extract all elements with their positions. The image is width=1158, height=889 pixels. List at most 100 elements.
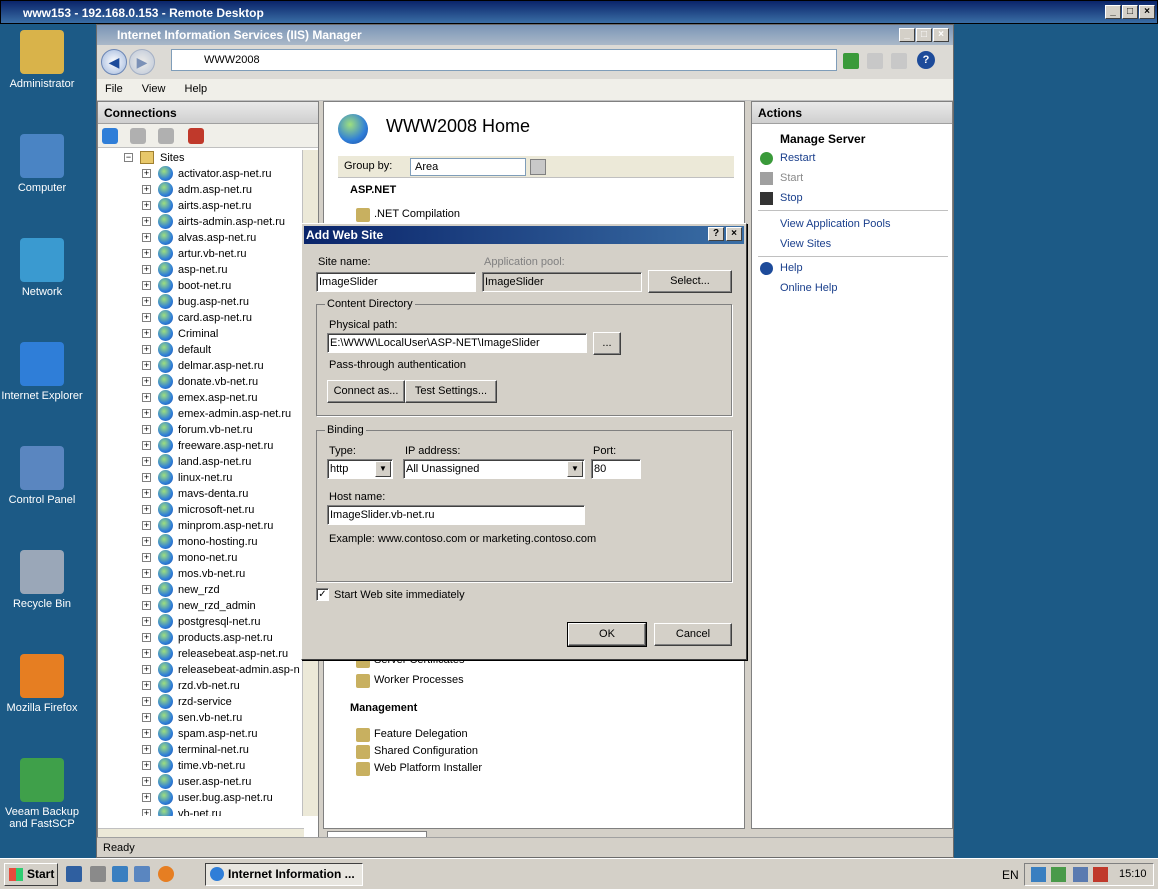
desktop-icon[interactable]: Internet Explorer bbox=[0, 342, 84, 402]
expand-icon[interactable]: + bbox=[142, 313, 151, 322]
help-icon[interactable]: ? bbox=[917, 51, 935, 69]
tree-node-site[interactable]: + releasebeat.asp-net.ru bbox=[98, 646, 304, 662]
host-name-input[interactable]: ImageSlider.vb-net.ru bbox=[327, 505, 585, 525]
tree-node-site[interactable]: + airts.asp-net.ru bbox=[98, 198, 304, 214]
close-button[interactable]: × bbox=[1139, 5, 1155, 19]
tree-node-site[interactable]: + asp-net.ru bbox=[98, 262, 304, 278]
tree-node-site[interactable]: + mos.vb-net.ru bbox=[98, 566, 304, 582]
feature-worker-processes[interactable]: Worker Processes bbox=[356, 674, 464, 688]
tray-icon[interactable] bbox=[1051, 867, 1066, 882]
tray-icon[interactable] bbox=[1073, 867, 1088, 882]
desktop-icon[interactable]: Computer bbox=[0, 134, 84, 194]
expand-icon[interactable]: + bbox=[142, 697, 151, 706]
desktop-icon[interactable]: Administrator bbox=[0, 30, 84, 90]
feature-delegation[interactable]: Feature Delegation bbox=[356, 728, 468, 742]
desktop-icon[interactable]: Mozilla Firefox bbox=[0, 654, 84, 714]
group-by-select[interactable]: Area bbox=[410, 158, 526, 176]
tree-node-site[interactable]: + sen.vb-net.ru bbox=[98, 710, 304, 726]
expand-icon[interactable]: + bbox=[142, 521, 151, 530]
firefox-icon[interactable] bbox=[158, 866, 174, 882]
expand-icon[interactable]: + bbox=[142, 809, 151, 816]
expand-icon[interactable]: + bbox=[142, 377, 151, 386]
expand-icon[interactable]: + bbox=[142, 473, 151, 482]
expand-icon[interactable]: + bbox=[142, 393, 151, 402]
action-stop[interactable]: Stop bbox=[760, 192, 803, 205]
tree-node-site[interactable]: + new_rzd_admin bbox=[98, 598, 304, 614]
tree-node-site[interactable]: + mono-net.ru bbox=[98, 550, 304, 566]
ok-button[interactable]: OK bbox=[567, 622, 647, 647]
expand-icon[interactable]: + bbox=[142, 665, 151, 674]
tree-node-site[interactable]: + releasebeat-admin.asp-n bbox=[98, 662, 304, 678]
expand-icon[interactable]: + bbox=[142, 601, 151, 610]
tree-node-site[interactable]: + adm.asp-net.ru bbox=[98, 182, 304, 198]
minimize-button[interactable]: _ bbox=[1105, 5, 1121, 19]
expand-icon[interactable]: + bbox=[142, 233, 151, 242]
dialog-close-button[interactable]: × bbox=[726, 227, 742, 241]
iis-title-bar[interactable]: Internet Information Services (IIS) Mana… bbox=[97, 25, 953, 45]
connect-as-button[interactable]: Connect as... bbox=[327, 380, 405, 403]
expand-icon[interactable]: + bbox=[142, 761, 151, 770]
desktop-icon[interactable]: Control Panel bbox=[0, 446, 84, 506]
dialog-title-bar[interactable]: Add Web Site ? × bbox=[304, 226, 744, 244]
expand-icon[interactable]: + bbox=[142, 777, 151, 786]
expand-icon[interactable]: + bbox=[142, 249, 151, 258]
expand-icon[interactable]: + bbox=[142, 505, 151, 514]
quick-launch-icon[interactable] bbox=[134, 866, 150, 882]
expand-icon[interactable]: + bbox=[142, 217, 151, 226]
address-field[interactable]: WWW2008 bbox=[171, 49, 837, 71]
connect-icon[interactable] bbox=[102, 128, 118, 144]
tree-node-site[interactable]: + activator.asp-net.ru bbox=[98, 166, 304, 182]
expand-icon[interactable]: + bbox=[142, 361, 151, 370]
chevron-down-icon[interactable]: ▼ bbox=[375, 461, 391, 477]
tree-node-sites[interactable]: − Sites bbox=[98, 150, 298, 166]
tree-node-site[interactable]: + bug.asp-net.ru bbox=[98, 294, 304, 310]
tree-node-site[interactable]: + vb-net.ru bbox=[98, 806, 304, 816]
feature-web-platform-installer[interactable]: Web Platform Installer bbox=[356, 762, 482, 776]
tree-node-site[interactable]: + postgresql-net.ru bbox=[98, 614, 304, 630]
tree-node-site[interactable]: + time.vb-net.ru bbox=[98, 758, 304, 774]
tree-node-site[interactable]: + forum.vb-net.ru bbox=[98, 422, 304, 438]
server-manager-icon[interactable] bbox=[90, 866, 106, 882]
tree-node-site[interactable]: + donate.vb-net.ru bbox=[98, 374, 304, 390]
expand-icon[interactable]: + bbox=[142, 537, 151, 546]
tree-node-site[interactable]: + microsoft-net.ru bbox=[98, 502, 304, 518]
iis-maximize-button[interactable]: □ bbox=[916, 28, 932, 42]
action-online-help[interactable]: Online Help bbox=[780, 282, 837, 294]
expand-icon[interactable]: + bbox=[142, 585, 151, 594]
action-view-sites[interactable]: View Sites bbox=[780, 238, 831, 250]
tree-node-site[interactable]: + spam.asp-net.ru bbox=[98, 726, 304, 742]
expand-icon[interactable]: + bbox=[142, 345, 151, 354]
expand-icon[interactable]: + bbox=[142, 441, 151, 450]
expand-icon[interactable]: + bbox=[142, 185, 151, 194]
show-desktop-icon[interactable] bbox=[66, 866, 82, 882]
iis-close-button[interactable]: × bbox=[933, 28, 949, 42]
quick-launch-icon[interactable] bbox=[112, 866, 128, 882]
tree-node-site[interactable]: + land.asp-net.ru bbox=[98, 454, 304, 470]
tree-node-site[interactable]: + delmar.asp-net.ru bbox=[98, 358, 304, 374]
start-immediately-checkbox[interactable]: ✓ bbox=[316, 588, 329, 601]
tree-node-site[interactable]: + rzd.vb-net.ru bbox=[98, 678, 304, 694]
iis-minimize-button[interactable]: _ bbox=[899, 28, 915, 42]
network-tray-icon[interactable] bbox=[1031, 867, 1046, 882]
desktop-icon[interactable]: Network bbox=[0, 238, 84, 298]
tree-node-site[interactable]: + artur.vb-net.ru bbox=[98, 246, 304, 262]
refresh-icon[interactable] bbox=[843, 53, 859, 69]
expand-icon[interactable]: + bbox=[142, 553, 151, 562]
tree-node-site[interactable]: + user.bug.asp-net.ru bbox=[98, 790, 304, 806]
back-button[interactable]: ◀ bbox=[101, 49, 127, 75]
expand-icon[interactable]: + bbox=[142, 569, 151, 578]
dialog-help-button[interactable]: ? bbox=[708, 227, 724, 241]
port-input[interactable]: 80 bbox=[591, 459, 641, 479]
expand-icon[interactable]: + bbox=[142, 649, 151, 658]
browse-button[interactable]: ... bbox=[593, 332, 621, 355]
expand-icon[interactable]: + bbox=[142, 169, 151, 178]
up-icon[interactable] bbox=[158, 128, 174, 144]
ip-address-select[interactable]: All Unassigned ▼ bbox=[403, 459, 585, 479]
tree-node-site[interactable]: + emex-admin.asp-net.ru bbox=[98, 406, 304, 422]
language-indicator[interactable]: EN bbox=[1002, 868, 1019, 882]
action-help[interactable]: Help bbox=[760, 262, 803, 275]
expand-icon[interactable]: + bbox=[142, 425, 151, 434]
feature-net-compilation[interactable]: .NET Compilation bbox=[356, 208, 460, 222]
tree-node-site[interactable]: + airts-admin.asp-net.ru bbox=[98, 214, 304, 230]
tree-node-site[interactable]: + mono-hosting.ru bbox=[98, 534, 304, 550]
